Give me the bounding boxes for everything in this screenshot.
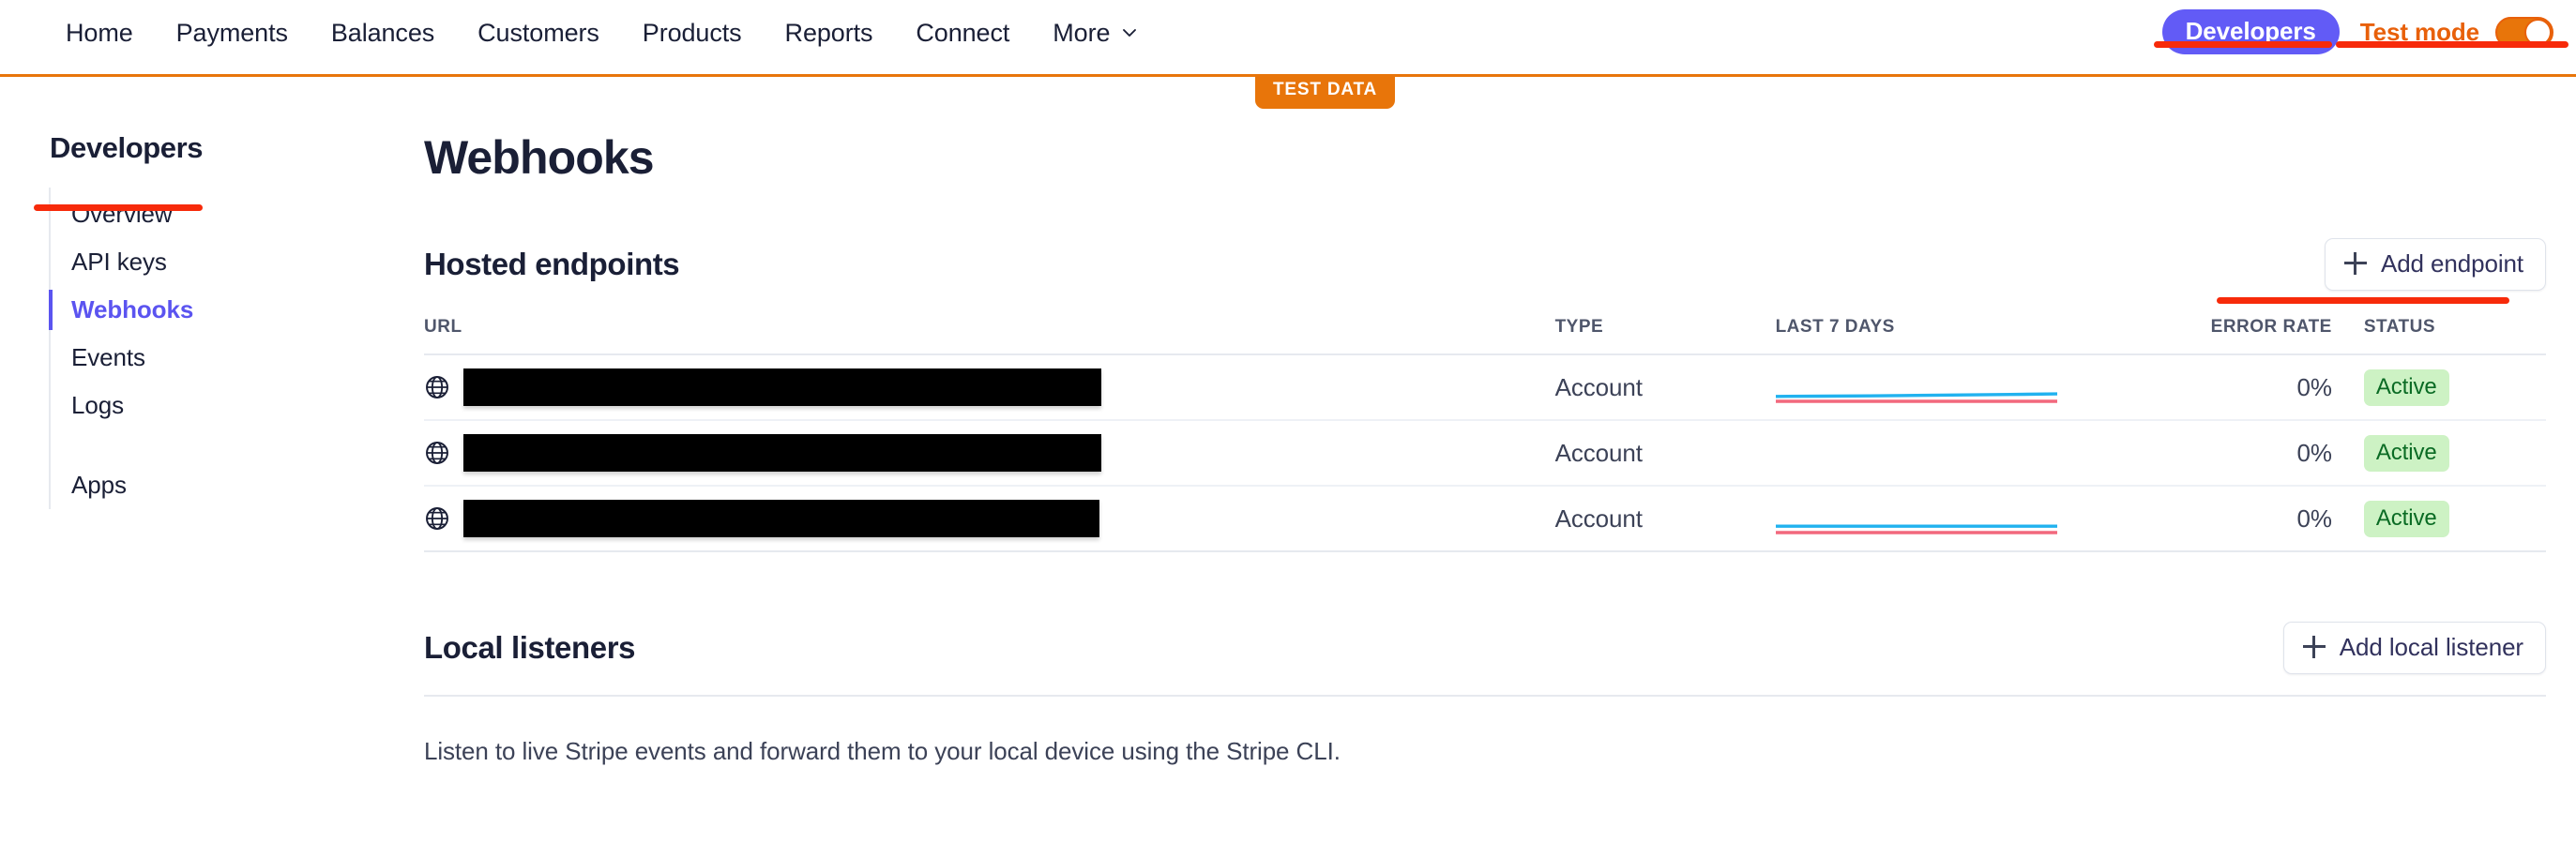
top-navigation-bar: Home Payments Balances Customers Products Rep…: [0, 0, 2576, 77]
status-badge: Active: [2363, 434, 2449, 472]
cell-status: Active: [2363, 486, 2546, 552]
local-listeners-divider: [424, 695, 2546, 697]
column-header-url: URL: [424, 311, 1555, 355]
add-endpoint-button[interactable]: Add endpoint: [2324, 238, 2546, 291]
sidebar-title: Developers: [50, 131, 204, 164]
cell-url: [424, 486, 1555, 552]
nav-connect[interactable]: Connect: [894, 17, 1031, 49]
test-mode-toggle-group[interactable]: Test mode: [2359, 16, 2553, 48]
hosted-endpoints-header: Hosted endpoints Add endpoint: [424, 238, 2546, 291]
local-listeners-title: Local listeners: [424, 630, 636, 665]
sidebar-item-overview[interactable]: Overview: [51, 190, 394, 238]
test-mode-switch[interactable]: [2495, 16, 2553, 48]
test-data-badge: TEST DATA: [1255, 74, 1395, 109]
cell-status: Active: [2363, 354, 2546, 421]
table-body: Account 0% Active Account 0% Active Account 0% A…: [424, 354, 2546, 552]
globe-icon: [424, 505, 450, 532]
url-cell-content: [424, 368, 1555, 406]
cell-type: Account: [1554, 420, 1776, 487]
toggle-knob: [2524, 18, 2552, 46]
local-listeners-description: Listen to live Stripe events and forward…: [424, 737, 1341, 765]
plus-icon: [2343, 252, 2367, 275]
nav-customers[interactable]: Customers: [456, 17, 621, 49]
cell-error-rate: 0%: [2100, 420, 2364, 487]
nav-payments[interactable]: Payments: [155, 17, 310, 49]
cell-status: Active: [2363, 420, 2546, 487]
cell-type: Account: [1554, 486, 1776, 552]
add-local-listener-label: Add local listener: [2339, 633, 2523, 661]
main-content: Webhooks Hosted endpoints Add endpoint U…: [424, 131, 2546, 767]
status-badge: Active: [2363, 368, 2449, 406]
cell-sparkline: [1775, 486, 2101, 552]
nav-right-cluster: Developers Test mode: [2161, 9, 2553, 54]
sidebar-group-separator: [51, 429, 394, 461]
local-listeners-header: Local listeners Add local listener: [424, 622, 2546, 674]
table-header: URL TYPE LAST 7 DAYS ERROR RATE STATUS: [424, 311, 2546, 355]
table-header-row: URL TYPE LAST 7 DAYS ERROR RATE STATUS: [424, 311, 2546, 355]
nav-link-label: Reports: [784, 19, 873, 47]
nav-link-label: Connect: [916, 19, 1010, 47]
nav-link-label: Balances: [330, 19, 435, 47]
table-row[interactable]: Account 0% Active: [424, 354, 2546, 421]
globe-icon: [424, 374, 450, 400]
sidebar-item-apps[interactable]: Apps: [51, 461, 394, 509]
cell-sparkline: [1775, 354, 2101, 421]
cell-type: Account: [1554, 354, 1776, 421]
chevron-down-icon: [1120, 23, 1139, 42]
url-cell-content: [424, 500, 1555, 537]
sidebar-item-webhooks[interactable]: Webhooks: [49, 286, 394, 334]
plus-icon: [2302, 636, 2326, 658]
url-cell-content: [424, 434, 1555, 472]
test-mode-label: Test mode: [2359, 17, 2479, 46]
sidebar-item-logs[interactable]: Logs: [51, 382, 394, 429]
column-header-error-rate: ERROR RATE: [2100, 311, 2364, 355]
table-row[interactable]: Account 0% Active: [424, 486, 2546, 552]
table-row[interactable]: Account 0% Active: [424, 420, 2546, 487]
cell-url: [424, 420, 1555, 487]
globe-icon: [424, 440, 450, 466]
sidebar-item-events[interactable]: Events: [51, 334, 394, 382]
column-header-type: TYPE: [1554, 311, 1776, 355]
cell-error-rate: 0%: [2100, 354, 2364, 421]
nav-more[interactable]: More: [1031, 17, 1160, 49]
nav-link-label: More: [1053, 19, 1111, 47]
sidebar-item-api-keys[interactable]: API keys: [51, 238, 394, 286]
nav-products[interactable]: Products: [621, 17, 764, 49]
column-header-status: STATUS: [2363, 311, 2546, 355]
cell-error-rate: 0%: [2100, 486, 2364, 552]
page-title: Webhooks: [424, 131, 655, 184]
nav-link-label: Products: [642, 19, 742, 47]
add-endpoint-label: Add endpoint: [2380, 249, 2523, 278]
url-redaction-bar: [463, 434, 1101, 472]
nav-reports[interactable]: Reports: [764, 17, 895, 49]
hosted-endpoints-title: Hosted endpoints: [424, 247, 680, 281]
nav-link-label: Home: [66, 19, 133, 47]
add-local-listener-button[interactable]: Add local listener: [2282, 622, 2546, 674]
cell-url: [424, 354, 1555, 421]
sidebar-nav-list: Overview API keys Webhooks Events Logs Apps: [49, 188, 394, 509]
nav-link-label: Customers: [477, 19, 599, 47]
url-redaction-bar: [463, 368, 1101, 406]
cell-sparkline: [1775, 420, 2101, 487]
nav-balances[interactable]: Balances: [310, 17, 456, 49]
column-header-last-7-days: LAST 7 DAYS: [1775, 311, 2101, 355]
nav-link-label: Payments: [175, 19, 288, 47]
nav-home[interactable]: Home: [44, 17, 155, 49]
developers-button[interactable]: Developers: [2161, 9, 2340, 54]
primary-nav-links: Home Payments Balances Customers Products Rep…: [44, 17, 1160, 49]
url-redaction-bar: [463, 500, 1099, 537]
local-listeners-section: Local listeners Add local listener Liste…: [424, 622, 2546, 767]
developers-sidebar: Developers Overview API keys Webhooks Event…: [0, 131, 394, 509]
status-badge: Active: [2363, 500, 2449, 537]
webhook-endpoints-table: URL TYPE LAST 7 DAYS ERROR RATE STATUS Accou…: [424, 311, 2546, 552]
